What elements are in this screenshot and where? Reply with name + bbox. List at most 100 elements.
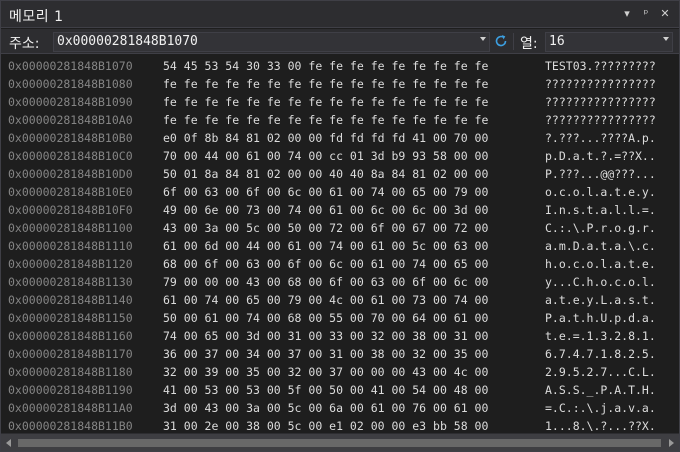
address-cell[interactable]: 0x00000281848B1110 bbox=[8, 237, 133, 255]
hex-bytes-cell[interactable]: 79 00 00 00 43 00 68 00 6f 00 63 00 6f 0… bbox=[163, 273, 488, 291]
chevron-down-icon[interactable] bbox=[480, 37, 486, 41]
memory-row[interactable]: 0x00000281848B1170 36 00 37 00 34 00 37 0… bbox=[1, 345, 679, 363]
address-cell[interactable]: 0x00000281848B1140 bbox=[8, 291, 133, 309]
hex-bytes-cell[interactable]: 32 00 39 00 35 00 32 00 37 00 00 00 43 0… bbox=[163, 363, 488, 381]
ascii-cell[interactable]: ???????????????? bbox=[545, 93, 665, 111]
address-cell[interactable]: 0x00000281848B1170 bbox=[8, 345, 133, 363]
hex-bytes-cell[interactable]: 54 45 53 54 30 33 00 fe fe fe fe fe fe f… bbox=[163, 57, 488, 75]
columns-select[interactable]: 16 bbox=[545, 32, 673, 52]
memory-row[interactable]: 0x00000281848B10C0 70 00 44 00 61 00 74 0… bbox=[1, 147, 679, 165]
address-cell[interactable]: 0x00000281848B1180 bbox=[8, 363, 133, 381]
address-cell[interactable]: 0x00000281848B1070 bbox=[8, 57, 133, 75]
ascii-cell[interactable]: TEST03.????????? bbox=[545, 57, 665, 75]
address-cell[interactable]: 0x00000281848B1130 bbox=[8, 273, 133, 291]
pin-button[interactable]: ᵖ bbox=[638, 5, 654, 23]
ascii-cell[interactable]: o.c.o.l.a.t.e.y. bbox=[545, 183, 665, 201]
horizontal-scrollbar[interactable] bbox=[1, 433, 679, 451]
memory-row[interactable]: 0x00000281848B10A0 fe fe fe fe fe fe fe f… bbox=[1, 111, 679, 129]
ascii-cell[interactable]: h.o.c.o.l.a.t.e. bbox=[545, 255, 665, 273]
memory-row[interactable]: 0x00000281848B1180 32 00 39 00 35 00 32 0… bbox=[1, 363, 679, 381]
hex-bytes-cell[interactable]: 43 00 3a 00 5c 00 50 00 72 00 6f 00 67 0… bbox=[163, 219, 488, 237]
refresh-icon[interactable] bbox=[493, 33, 509, 49]
hex-bytes-cell[interactable]: 36 00 37 00 34 00 37 00 31 00 38 00 32 0… bbox=[163, 345, 488, 363]
hex-bytes-cell[interactable]: 61 00 6d 00 44 00 61 00 74 00 61 00 5c 0… bbox=[163, 237, 488, 255]
memory-row[interactable]: 0x00000281848B10E0 6f 00 63 00 6f 00 6c 0… bbox=[1, 183, 679, 201]
memory-row[interactable]: 0x00000281848B1190 41 00 53 00 53 00 5f 0… bbox=[1, 381, 679, 399]
address-cell[interactable]: 0x00000281848B1160 bbox=[8, 327, 133, 345]
memory-row[interactable]: 0x00000281848B1150 50 00 61 00 74 00 68 0… bbox=[1, 309, 679, 327]
address-cell[interactable]: 0x00000281848B10E0 bbox=[8, 183, 133, 201]
ascii-cell[interactable]: a.t.e.y.L.a.s.t. bbox=[545, 291, 665, 309]
hex-bytes-cell[interactable]: 41 00 53 00 53 00 5f 00 50 00 41 00 54 0… bbox=[163, 381, 488, 399]
address-cell[interactable]: 0x00000281848B10A0 bbox=[8, 111, 133, 129]
address-cell[interactable]: 0x00000281848B11A0 bbox=[8, 399, 133, 417]
hex-bytes-cell[interactable]: 68 00 6f 00 63 00 6f 00 6c 00 61 00 74 0… bbox=[163, 255, 488, 273]
hex-bytes-cell[interactable]: 6f 00 63 00 6f 00 6c 00 61 00 74 00 65 0… bbox=[163, 183, 488, 201]
hex-bytes-cell[interactable]: 31 00 2e 00 38 00 5c 00 e1 02 00 00 e3 b… bbox=[163, 417, 488, 432]
ascii-cell[interactable]: P.???...@@???... bbox=[545, 165, 665, 183]
address-cell[interactable]: 0x00000281848B1090 bbox=[8, 93, 133, 111]
ascii-cell[interactable]: ???????????????? bbox=[545, 111, 665, 129]
toolbar-separator bbox=[513, 33, 514, 50]
ascii-cell[interactable]: p.D.a.t.?.=??X.. bbox=[545, 147, 665, 165]
hex-bytes-cell[interactable]: 74 00 65 00 3d 00 31 00 33 00 32 00 38 0… bbox=[163, 327, 488, 345]
address-cell[interactable]: 0x00000281848B1150 bbox=[8, 309, 133, 327]
memory-row[interactable]: 0x00000281848B1100 43 00 3a 00 5c 00 50 0… bbox=[1, 219, 679, 237]
address-input[interactable]: 0x00000281848B1070 bbox=[53, 32, 490, 52]
window-title: 메모리 1 bbox=[9, 9, 64, 25]
hex-bytes-cell[interactable]: 50 01 8a 84 81 02 00 00 40 40 8a 84 81 0… bbox=[163, 165, 488, 183]
ascii-cell[interactable]: t.e.=.1.3.2.8.1. bbox=[545, 327, 665, 345]
hex-bytes-cell[interactable]: fe fe fe fe fe fe fe fe fe fe fe fe fe f… bbox=[163, 75, 488, 93]
address-cell[interactable]: 0x00000281848B1100 bbox=[8, 219, 133, 237]
memory-row[interactable]: 0x00000281848B1130 79 00 00 00 43 00 68 0… bbox=[1, 273, 679, 291]
ascii-cell[interactable]: C.:.\.P.r.o.g.r. bbox=[545, 219, 665, 237]
memory-row[interactable]: 0x00000281848B1120 68 00 6f 00 63 00 6f 0… bbox=[1, 255, 679, 273]
address-cell[interactable]: 0x00000281848B1120 bbox=[8, 255, 133, 273]
hex-bytes-cell[interactable]: 50 00 61 00 74 00 68 00 55 00 70 00 64 0… bbox=[163, 309, 488, 327]
hex-bytes-cell[interactable]: fe fe fe fe fe fe fe fe fe fe fe fe fe f… bbox=[163, 93, 488, 111]
address-cell[interactable]: 0x00000281848B1190 bbox=[8, 381, 133, 399]
ascii-cell[interactable]: ?.???...????A.p. bbox=[545, 129, 665, 147]
address-cell[interactable]: 0x00000281848B1080 bbox=[8, 75, 133, 93]
address-cell[interactable]: 0x00000281848B10D0 bbox=[8, 165, 133, 183]
memory-grid[interactable]: 0x00000281848B1070 54 45 53 54 30 33 00 f… bbox=[1, 55, 679, 432]
memory-row[interactable]: 0x00000281848B11B0 31 00 2e 00 38 00 5c 0… bbox=[1, 417, 679, 432]
chevron-down-icon[interactable] bbox=[663, 37, 669, 41]
hex-bytes-cell[interactable]: e0 0f 8b 84 81 02 00 00 fd fd fd fd 41 0… bbox=[163, 129, 488, 147]
memory-row[interactable]: 0x00000281848B11A0 3d 00 43 00 3a 00 5c 0… bbox=[1, 399, 679, 417]
memory-row[interactable]: 0x00000281848B1140 61 00 74 00 65 00 79 0… bbox=[1, 291, 679, 309]
ascii-cell[interactable]: I.n.s.t.a.l.l.=. bbox=[545, 201, 665, 219]
hex-bytes-cell[interactable]: 49 00 6e 00 73 00 74 00 61 00 6c 00 6c 0… bbox=[163, 201, 488, 219]
ascii-cell[interactable]: A.S.S._.P.A.T.H. bbox=[545, 381, 665, 399]
window-menu-button[interactable]: ▾ bbox=[619, 5, 635, 23]
address-value: 0x00000281848B1070 bbox=[57, 34, 198, 49]
scrollbar-thumb[interactable] bbox=[18, 439, 661, 447]
hex-bytes-cell[interactable]: 70 00 44 00 61 00 74 00 cc 01 3d b9 93 5… bbox=[163, 147, 488, 165]
close-button[interactable]: ✕ bbox=[657, 5, 673, 23]
address-cell[interactable]: 0x00000281848B10C0 bbox=[8, 147, 133, 165]
memory-row[interactable]: 0x00000281848B1080 fe fe fe fe fe fe fe f… bbox=[1, 75, 679, 93]
memory-row[interactable]: 0x00000281848B10B0 e0 0f 8b 84 81 02 00 0… bbox=[1, 129, 679, 147]
address-cell[interactable]: 0x00000281848B11B0 bbox=[8, 417, 133, 432]
scroll-right-icon[interactable] bbox=[669, 439, 674, 447]
hex-bytes-cell[interactable]: 3d 00 43 00 3a 00 5c 00 6a 00 61 00 76 0… bbox=[163, 399, 488, 417]
memory-row[interactable]: 0x00000281848B1160 74 00 65 00 3d 00 31 0… bbox=[1, 327, 679, 345]
memory-row[interactable]: 0x00000281848B1070 54 45 53 54 30 33 00 f… bbox=[1, 57, 679, 75]
address-cell[interactable]: 0x00000281848B10B0 bbox=[8, 129, 133, 147]
hex-bytes-cell[interactable]: fe fe fe fe fe fe fe fe fe fe fe fe fe f… bbox=[163, 111, 488, 129]
memory-row[interactable]: 0x00000281848B10D0 50 01 8a 84 81 02 00 0… bbox=[1, 165, 679, 183]
ascii-cell[interactable]: a.m.D.a.t.a.\.c. bbox=[545, 237, 665, 255]
ascii-cell[interactable]: 6.7.4.7.1.8.2.5. bbox=[545, 345, 665, 363]
ascii-cell[interactable]: =.C.:.\.j.a.v.a. bbox=[545, 399, 665, 417]
scroll-left-icon[interactable] bbox=[6, 439, 11, 447]
ascii-cell[interactable]: 2.9.5.2.7...C.L. bbox=[545, 363, 665, 381]
memory-row[interactable]: 0x00000281848B1110 61 00 6d 00 44 00 61 0… bbox=[1, 237, 679, 255]
memory-row[interactable]: 0x00000281848B10F0 49 00 6e 00 73 00 74 0… bbox=[1, 201, 679, 219]
address-cell[interactable]: 0x00000281848B10F0 bbox=[8, 201, 133, 219]
memory-row[interactable]: 0x00000281848B1090 fe fe fe fe fe fe fe f… bbox=[1, 93, 679, 111]
ascii-cell[interactable]: 1...8.\.?...??X. bbox=[545, 417, 665, 432]
ascii-cell[interactable]: y...C.h.o.c.o.l. bbox=[545, 273, 665, 291]
ascii-cell[interactable]: P.a.t.h.U.p.d.a. bbox=[545, 309, 665, 327]
hex-bytes-cell[interactable]: 61 00 74 00 65 00 79 00 4c 00 61 00 73 0… bbox=[163, 291, 488, 309]
ascii-cell[interactable]: ???????????????? bbox=[545, 75, 665, 93]
